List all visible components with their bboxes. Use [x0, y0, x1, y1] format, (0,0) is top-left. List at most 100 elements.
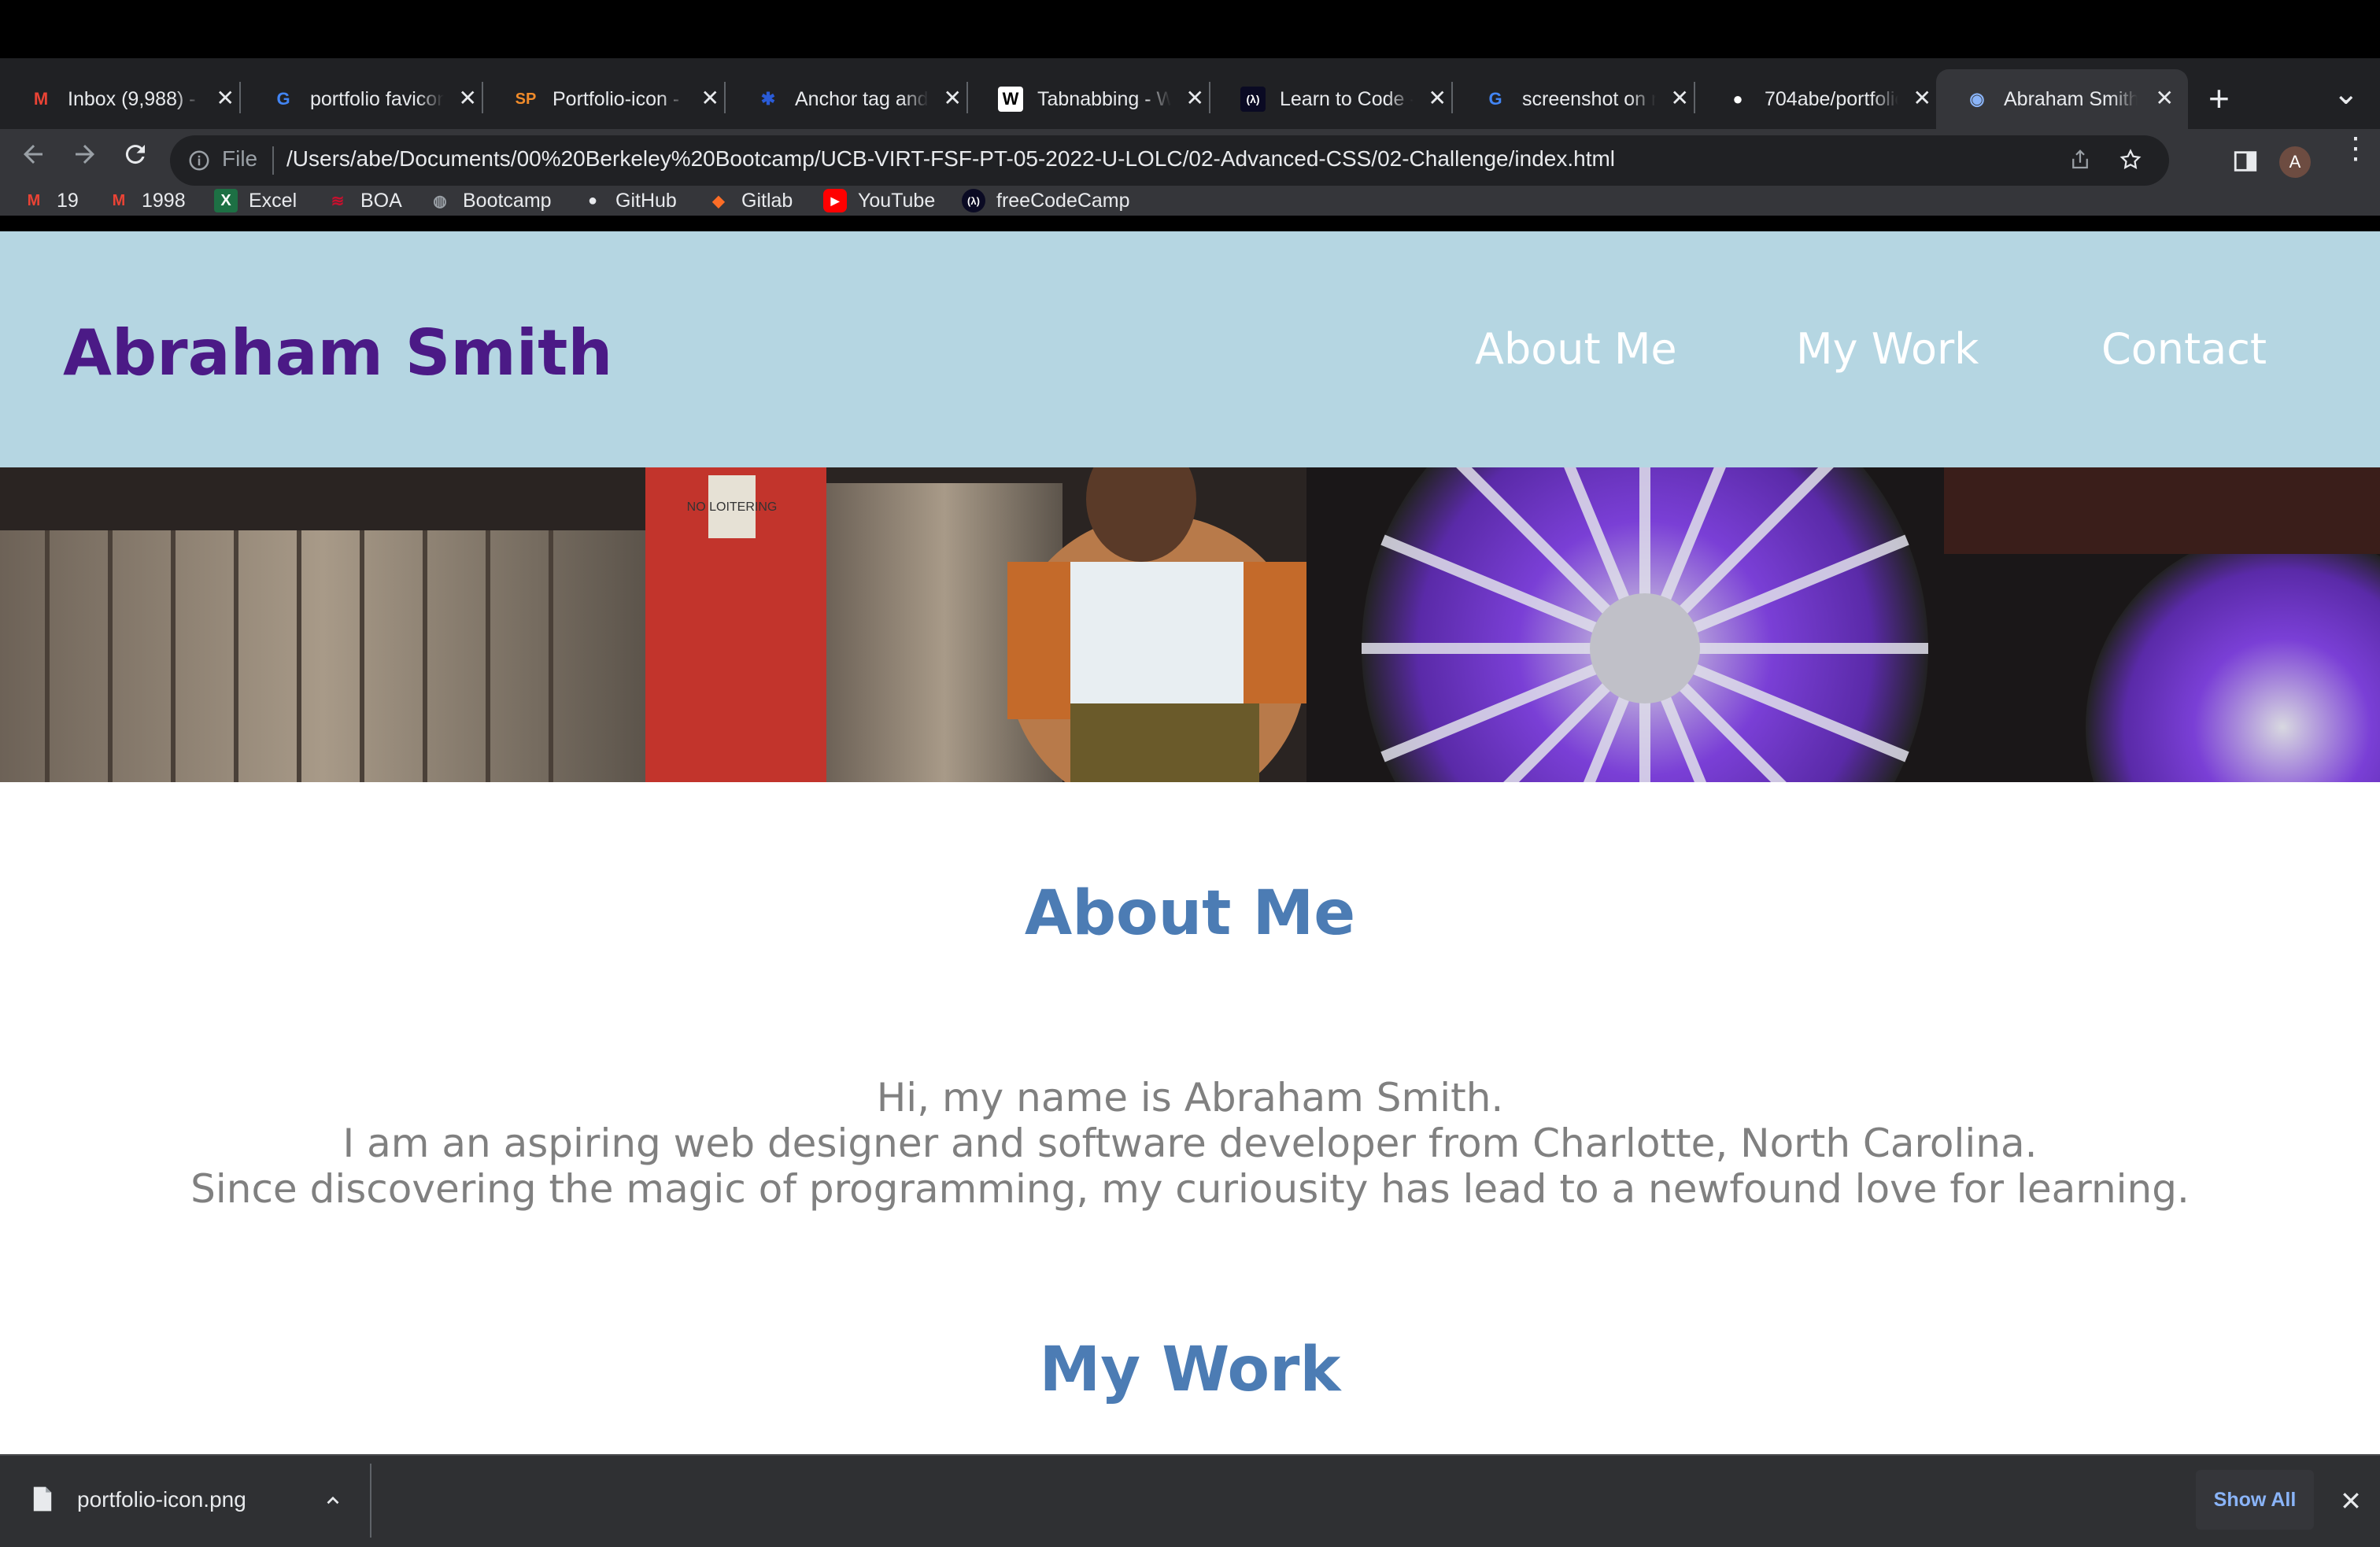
profile-avatar[interactable]: A — [2279, 146, 2311, 178]
reload-button[interactable] — [121, 140, 150, 176]
file-icon — [33, 1486, 52, 1512]
tab-title: Tabnabbing - W — [1037, 87, 1171, 110]
bookmark-label: GitHub — [615, 189, 677, 212]
tab-separator — [482, 82, 483, 113]
bookmark-label: 1998 — [142, 189, 186, 212]
page-icon: ◉ — [1969, 89, 1985, 109]
about-line: I am an aspiring web designer and softwa… — [342, 1121, 2038, 1166]
tab-strip: M Inbox (9,988) - ✕ Gportfolio favicon ✕ SP Po… — [0, 58, 2380, 129]
about-me-paragraph: Hi, my name is Abraham Smith. I am an as… — [0, 1075, 2380, 1212]
close-tab-icon[interactable]: ✕ — [1671, 85, 1689, 111]
tab-separator — [239, 82, 241, 113]
browser-toolbar: File /Users/abe/Documents/00%20Berkeley%… — [0, 129, 2380, 216]
tab-separator — [724, 82, 726, 113]
bookmark-label: Bootcamp — [463, 189, 552, 212]
bookmark-item[interactable]: ≋ BOA — [326, 186, 402, 216]
google-icon: G — [276, 89, 290, 109]
nav-link-my-work[interactable]: My Work — [1796, 324, 1979, 374]
close-tab-icon[interactable]: ✕ — [1428, 85, 1447, 111]
bookmark-label: Excel — [249, 189, 298, 212]
browser-tab[interactable]: ✱ Anchor tag and ✕ — [727, 69, 968, 129]
tab-title: screenshot on m — [1522, 87, 1656, 110]
gitlab-icon: ◆ — [712, 192, 725, 210]
tab-title: Inbox (9,988) - — [68, 87, 196, 110]
browser-tab[interactable]: Gportfolio favicon ✕ — [242, 69, 483, 129]
close-download-bar-icon[interactable] — [2339, 1489, 2363, 1512]
browser-tab[interactable]: (λ) Learn to Code - ✕ — [1212, 69, 1453, 129]
hero-banner-image: NO LOITERING — [0, 467, 2380, 782]
tab-search-icon[interactable]: ⌄ — [2333, 76, 2360, 112]
new-tab-button[interactable]: + — [2208, 77, 2230, 120]
back-button[interactable] — [19, 140, 47, 176]
reload-icon — [125, 145, 145, 164]
bookmarks-bar: M 19 M 1998 X Excel ≋ BOA ◍ Bootcamp ● GitHub ◆ Gitla… — [0, 186, 2380, 216]
tab-separator — [1451, 82, 1453, 113]
close-tab-icon[interactable]: ✕ — [1913, 85, 1931, 111]
tab-title: 704abe/portfolio — [1765, 87, 1898, 110]
close-tab-icon[interactable]: ✕ — [459, 85, 477, 111]
bookmark-item[interactable]: ◆ Gitlab — [707, 186, 793, 216]
close-tab-icon[interactable]: ✕ — [216, 85, 235, 111]
bookmark-item[interactable]: ◍ Bootcamp — [428, 186, 552, 216]
bookmark-item[interactable]: X Excel — [214, 186, 297, 216]
tab-separator — [1209, 82, 1210, 113]
close-tab-icon[interactable]: ✕ — [2156, 85, 2174, 111]
omnibox-divider — [272, 146, 274, 175]
bookmark-item[interactable]: ● GitHub — [581, 186, 677, 216]
nav-link-contact[interactable]: Contact — [2101, 324, 2267, 374]
bookmark-label: freeCodeCamp — [996, 189, 1130, 212]
boa-icon: ≋ — [331, 192, 345, 210]
info-icon[interactable] — [187, 149, 211, 172]
close-tab-icon[interactable]: ✕ — [944, 85, 962, 111]
bookmark-item[interactable]: (λ) freeCodeCamp — [962, 186, 1130, 216]
bookmark-star-icon[interactable] — [2119, 148, 2142, 172]
no-loitering-sign-text: NO LOITERING — [687, 500, 778, 514]
bookmark-item[interactable]: M 19 — [22, 186, 79, 216]
github-icon: ● — [587, 191, 598, 209]
freecodecamp-icon: (λ) — [1240, 87, 1266, 112]
nav-link-about-me[interactable]: About Me — [1475, 324, 1677, 374]
site-name: Abraham Smith — [63, 316, 613, 390]
gmail-icon: M — [27, 191, 41, 209]
excel-icon: X — [214, 189, 238, 212]
my-work-heading: My Work — [1039, 1335, 1341, 1405]
page-viewport: Abraham Smith About Me My Work Contact N… — [0, 231, 2380, 1454]
gmail-icon: M — [33, 89, 49, 109]
tab-title: Abraham Smith — [2004, 87, 2138, 110]
bookmark-label: 19 — [57, 189, 79, 212]
github-icon: ● — [1732, 89, 1743, 109]
browser-tab[interactable]: ◉ Abraham Smith ✕ — [1936, 69, 2188, 129]
browser-tab[interactable]: SP Portfolio-icon - ✕ — [485, 69, 726, 129]
close-tab-icon[interactable]: ✕ — [701, 85, 719, 111]
google-icon: G — [1488, 89, 1502, 109]
url-text[interactable]: /Users/abe/Documents/00%20Berkeley%20Boo… — [286, 146, 1615, 172]
chevron-up-icon[interactable] — [323, 1490, 343, 1511]
bookmark-item[interactable]: ▶ YouTube — [823, 186, 935, 216]
forward-arrow-icon — [76, 145, 94, 164]
side-panel-icon[interactable] — [2232, 148, 2259, 175]
browser-tab[interactable]: Gscreenshot on m ✕ — [1454, 69, 1695, 129]
close-tab-icon[interactable]: ✕ — [1186, 85, 1204, 111]
show-all-button[interactable]: Show All — [2196, 1470, 2314, 1530]
tab-title: Learn to Code - — [1280, 87, 1414, 110]
bookmark-item[interactable]: M 1998 — [107, 186, 186, 216]
browser-tab[interactable]: W Tabnabbing - W ✕ — [970, 69, 1210, 129]
gmail-icon: M — [112, 191, 126, 209]
tab-title: Portfolio-icon - — [552, 87, 680, 110]
tab-separator — [966, 82, 968, 113]
download-item[interactable]: portfolio-icon.png — [0, 1456, 371, 1547]
address-bar[interactable]: File /Users/abe/Documents/00%20Berkeley%… — [170, 135, 2169, 186]
back-arrow-icon — [24, 145, 42, 164]
url-scheme-label: File — [222, 146, 258, 171]
browser-menu-icon[interactable]: ⋮ — [2341, 134, 2371, 164]
wikipedia-icon: W — [998, 87, 1023, 112]
freecodecamp-icon: (λ) — [962, 189, 985, 212]
download-bar: portfolio-icon.png Show All — [0, 1454, 2380, 1547]
tab-separator — [1694, 82, 1695, 113]
about-line: Since discovering the magic of programmi… — [190, 1166, 2190, 1212]
browser-tab[interactable]: ● 704abe/portfolio ✕ — [1697, 69, 1938, 129]
browser-tab[interactable]: M Inbox (9,988) - ✕ — [0, 69, 241, 129]
globe-icon: ◍ — [433, 192, 447, 210]
forward-button[interactable] — [71, 140, 99, 176]
share-icon[interactable] — [2068, 148, 2092, 172]
